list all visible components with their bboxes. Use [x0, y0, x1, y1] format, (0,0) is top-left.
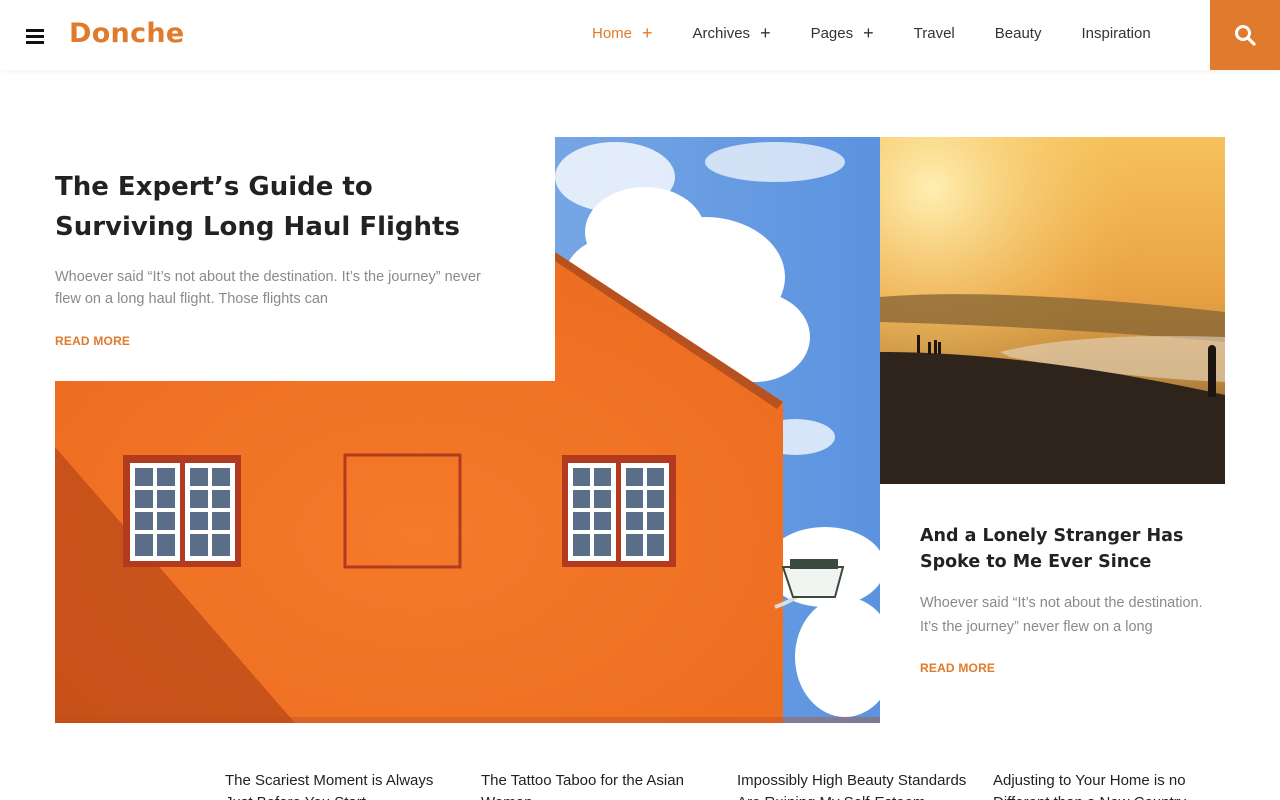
nav-item-label: Inspiration [1081, 25, 1151, 42]
nav-item-label: Archives [692, 25, 751, 42]
bottom-post-title[interactable]: The Tattoo Taboo for the Asian Women [481, 770, 701, 800]
bottom-post-title[interactable]: The Scariest Moment is Always Just Befor… [225, 770, 465, 800]
bottom-post-title[interactable]: Adjusting to Your Home is no Different t… [993, 770, 1208, 800]
side-post-excerpt: Whoever said “It’s not about the destina… [920, 595, 1203, 635]
nav-item-inspiration[interactable]: Inspiration [1081, 25, 1150, 42]
site-header: Donche Home + Archives + Pages + Travel … [0, 0, 1280, 70]
main-nav: Home + Archives + Pages + Travel Beauty … [592, 23, 1191, 43]
site-logo[interactable]: Donche [69, 18, 185, 49]
hero-read-more-link[interactable]: READ MORE [55, 334, 130, 348]
nav-item-label: Home [592, 25, 633, 42]
sunset-coast-illustration [880, 137, 1225, 484]
search-button[interactable] [1210, 0, 1280, 70]
hero-post-title[interactable]: The Expert’s Guide to Surviving Long Hau… [55, 167, 505, 247]
nav-item-label: Pages [810, 25, 854, 42]
side-read-more-link[interactable]: READ MORE [920, 661, 995, 675]
plus-icon: + [760, 23, 771, 43]
nav-item-home[interactable]: Home + [592, 23, 653, 43]
nav-item-label: Travel [913, 25, 955, 42]
nav-item-beauty[interactable]: Beauty [995, 25, 1042, 42]
hamburger-icon[interactable] [26, 29, 44, 44]
plus-icon: + [642, 23, 653, 43]
nav-item-travel[interactable]: Travel [914, 25, 955, 42]
carousel-prev-arrow-icon[interactable]: ← [160, 793, 174, 800]
bottom-post-title[interactable]: Impossibly High Beauty Standards Are Rui… [737, 770, 977, 800]
hero-post-excerpt: Whoever said “It’s not about the destina… [55, 269, 481, 307]
side-post-title[interactable]: And a Lonely Stranger Has Spoke to Me Ev… [920, 523, 1220, 575]
nav-item-archives[interactable]: Archives + [692, 23, 771, 43]
nav-item-label: Beauty [994, 25, 1042, 42]
plus-icon: + [863, 23, 874, 43]
side-post-image-sunset[interactable] [880, 137, 1225, 484]
nav-item-pages[interactable]: Pages + [810, 23, 874, 43]
search-icon [1235, 25, 1256, 46]
